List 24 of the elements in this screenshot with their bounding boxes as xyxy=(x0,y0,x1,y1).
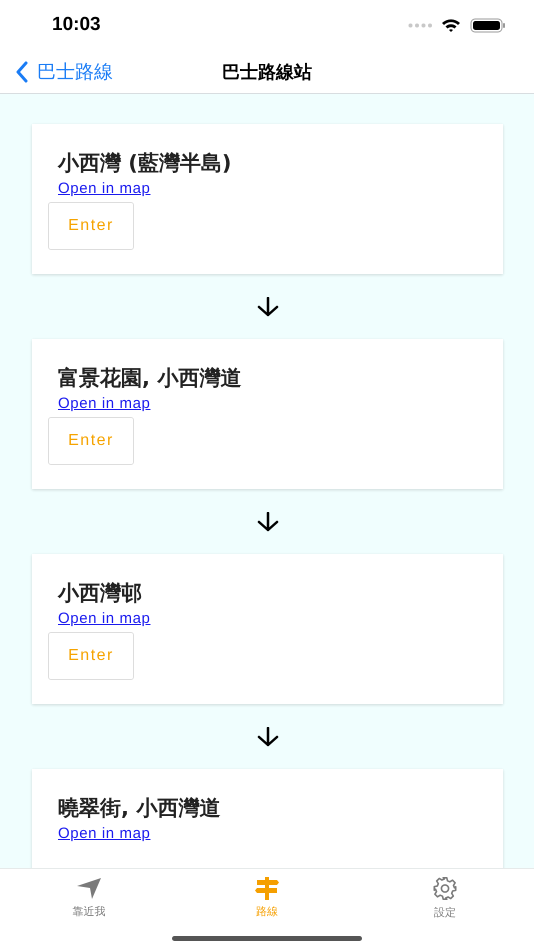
wifi-icon xyxy=(441,18,461,32)
chevron-left-icon xyxy=(15,60,29,82)
status-time: 10:03 xyxy=(52,14,101,36)
stop-name: 富景花園, 小西灣道 xyxy=(58,365,242,392)
stop-name: 小西灣邨 xyxy=(58,580,142,607)
cellular-signal-icon xyxy=(408,22,432,28)
page-title: 巴士路線站 xyxy=(222,60,312,84)
open-in-map-link[interactable]: Open in map xyxy=(58,610,150,627)
arrow-down-icon xyxy=(256,512,278,532)
open-in-map-link[interactable]: Open in map xyxy=(58,825,150,842)
tab[interactable]: 路線 xyxy=(222,869,312,921)
back-button[interactable]: 巴士路線 xyxy=(0,58,113,84)
stop-name: 曉翠街, 小西灣道 xyxy=(58,795,220,822)
arrow-down-icon xyxy=(256,726,278,746)
arrow-down-icon xyxy=(256,296,278,316)
open-in-map-link[interactable]: Open in map xyxy=(58,395,150,412)
signpost-icon xyxy=(254,876,280,900)
battery-icon xyxy=(470,18,506,32)
open-in-map-link[interactable]: Open in map xyxy=(58,180,150,197)
tab[interactable]: 靠近我 xyxy=(44,869,134,921)
location-arrow-icon xyxy=(75,876,103,900)
settings-icon xyxy=(431,876,459,901)
tab[interactable]: 設定 xyxy=(400,869,490,921)
stop-name: 小西灣 (藍灣半島) xyxy=(58,150,232,177)
